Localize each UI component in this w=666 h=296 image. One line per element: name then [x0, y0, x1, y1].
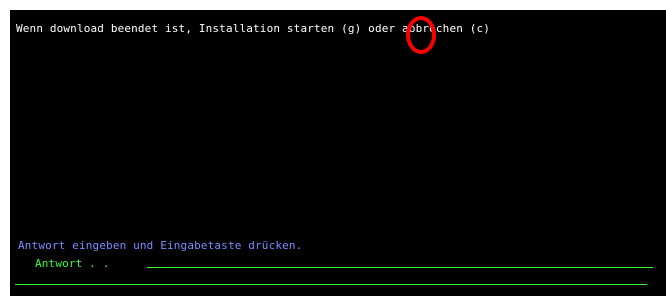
download-prompt-text: Wenn download beendet ist, Installation … [16, 22, 491, 35]
bottom-divider [15, 284, 647, 285]
answer-input[interactable] [147, 254, 653, 268]
instruction-text: Antwort eingeben und Eingabetaste drücke… [18, 239, 303, 252]
answer-label: Antwort . . [35, 257, 110, 270]
terminal-screen: Wenn download beendet ist, Installation … [10, 10, 666, 296]
